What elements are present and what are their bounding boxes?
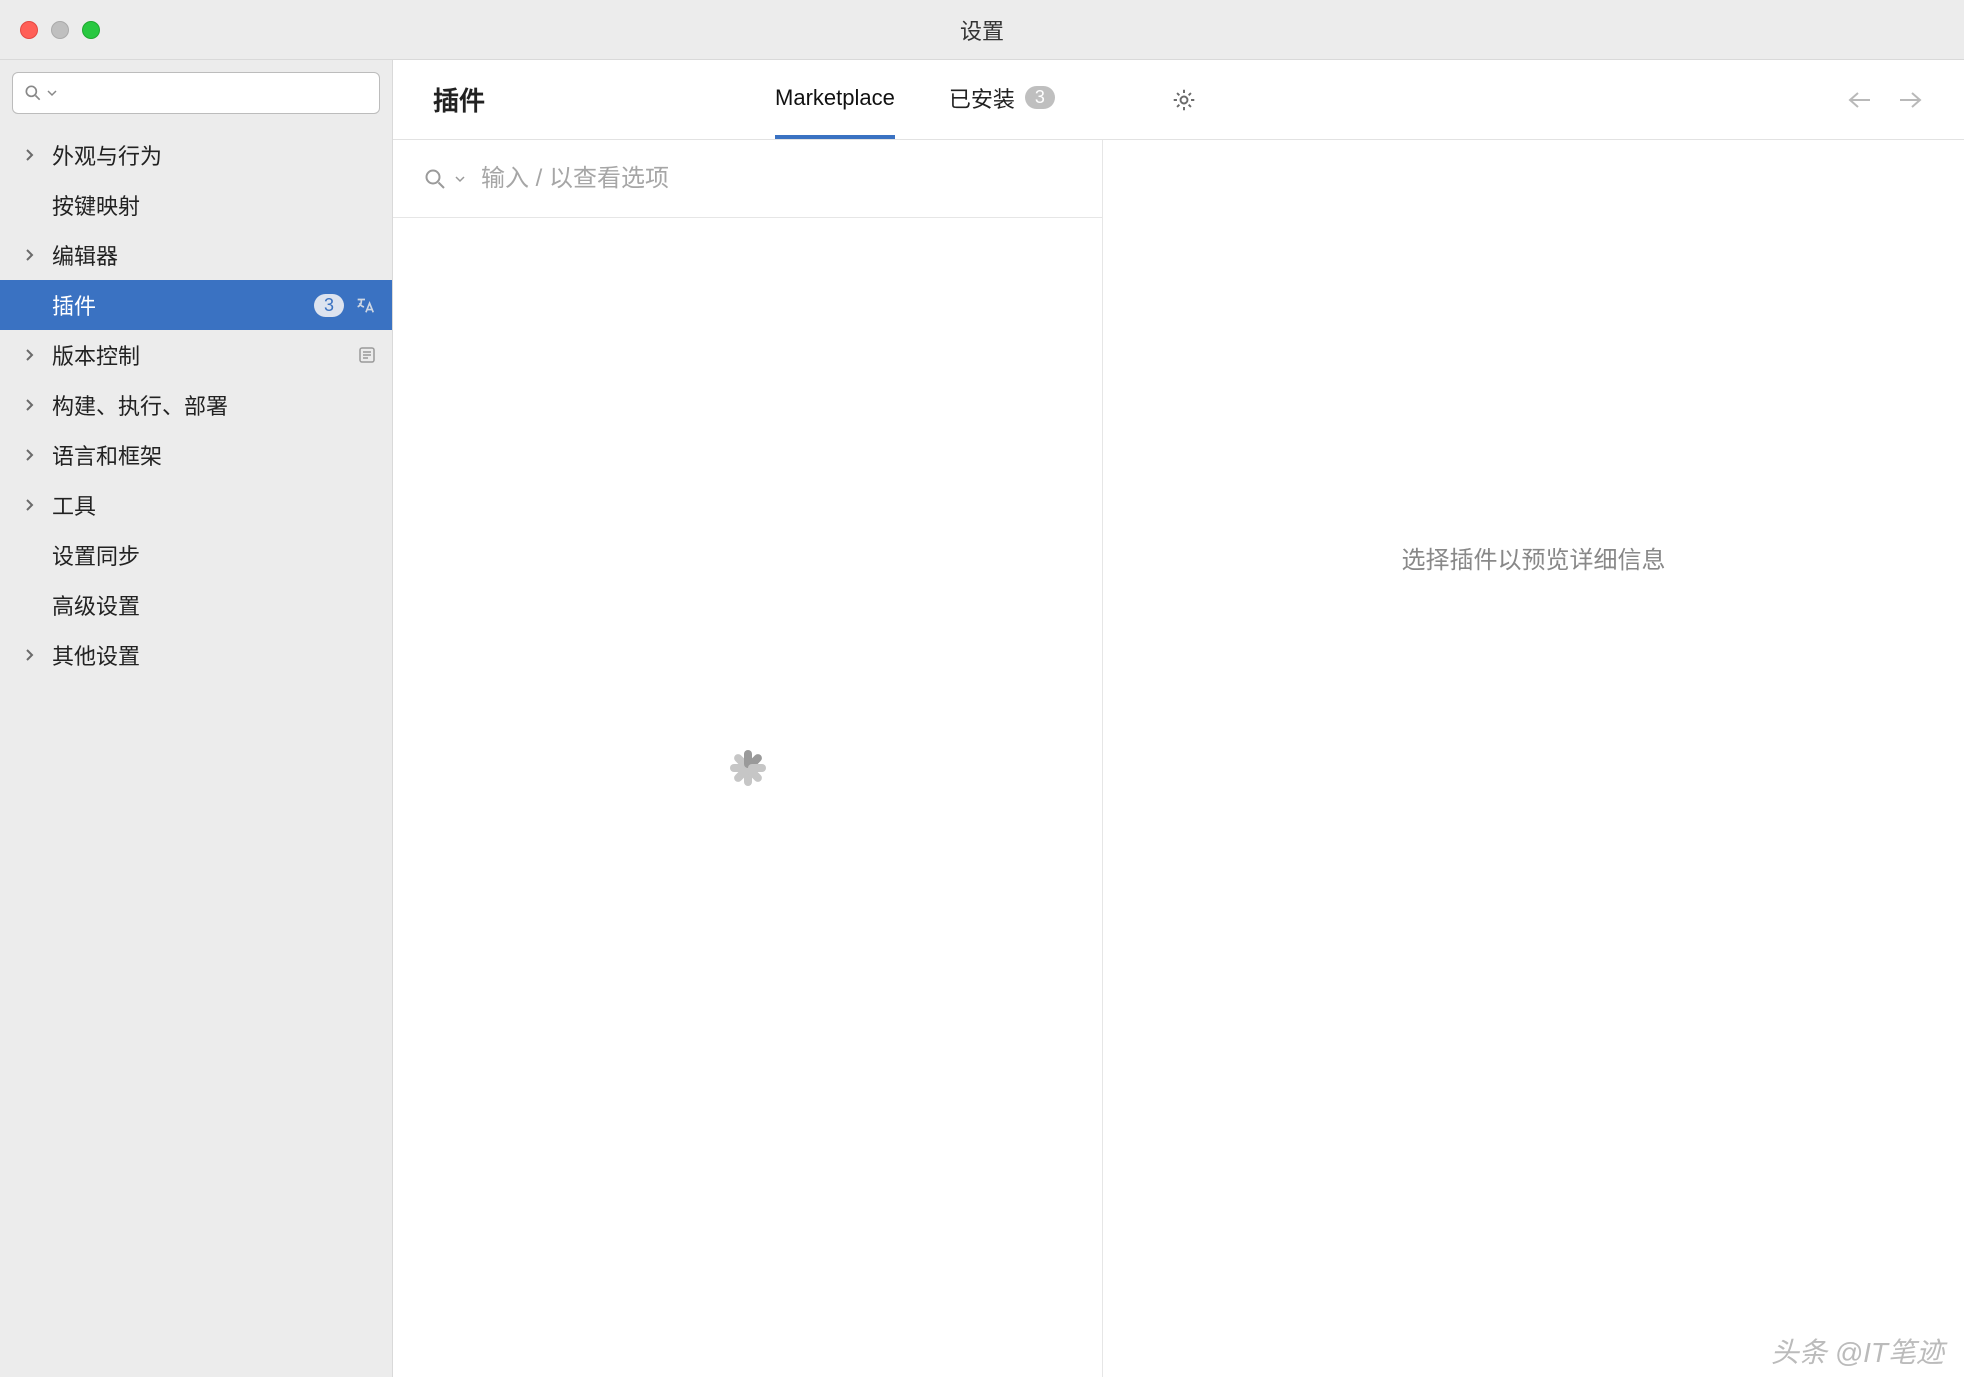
settings-sidebar: 外观与行为 按键映射 编辑器 插件 3 bbox=[0, 60, 393, 1377]
sidebar-item-keymap[interactable]: 按键映射 bbox=[0, 180, 392, 230]
sidebar-item-label: 按键映射 bbox=[52, 189, 140, 221]
chevron-right-icon bbox=[24, 498, 44, 512]
sidebar-item-settings-sync[interactable]: 设置同步 bbox=[0, 530, 392, 580]
close-window-button[interactable] bbox=[20, 21, 38, 39]
tab-label: 已安装 bbox=[949, 82, 1015, 114]
plugin-list-pane bbox=[393, 140, 1103, 1377]
chevron-right-icon bbox=[24, 148, 44, 162]
loading-spinner-icon bbox=[718, 768, 778, 828]
settings-nav: 外观与行为 按键映射 编辑器 插件 3 bbox=[0, 126, 392, 1377]
sidebar-item-label: 语言和框架 bbox=[52, 439, 162, 471]
sidebar-item-advanced[interactable]: 高级设置 bbox=[0, 580, 392, 630]
back-button[interactable] bbox=[1846, 90, 1872, 110]
main-panel: 插件 Marketplace 已安装 3 bbox=[393, 60, 1964, 1377]
sidebar-item-label: 工具 bbox=[52, 489, 96, 521]
sidebar-item-label: 高级设置 bbox=[52, 589, 140, 621]
gear-icon[interactable] bbox=[1171, 87, 1197, 113]
maximize-window-button[interactable] bbox=[82, 21, 100, 39]
project-settings-icon bbox=[358, 346, 376, 364]
chevron-right-icon bbox=[24, 248, 44, 262]
installed-count-badge: 3 bbox=[1025, 86, 1055, 109]
search-icon bbox=[23, 83, 43, 103]
main-header: 插件 Marketplace 已安装 3 bbox=[393, 60, 1964, 140]
plugin-list-body bbox=[393, 218, 1102, 1377]
history-nav bbox=[1846, 90, 1924, 110]
detail-empty-text: 选择插件以预览详细信息 bbox=[1402, 540, 1666, 575]
plugin-search-input[interactable] bbox=[481, 165, 1072, 193]
titlebar: 设置 bbox=[0, 0, 1964, 60]
plugin-search-bar bbox=[393, 140, 1102, 218]
plugin-tabs: Marketplace 已安装 3 bbox=[775, 60, 1197, 139]
plugin-detail-pane: 选择插件以预览详细信息 bbox=[1103, 140, 1964, 1377]
sidebar-item-label: 插件 bbox=[52, 289, 96, 321]
tab-installed[interactable]: 已安装 3 bbox=[949, 60, 1055, 139]
sidebar-item-appearance[interactable]: 外观与行为 bbox=[0, 130, 392, 180]
sidebar-item-other[interactable]: 其他设置 bbox=[0, 630, 392, 680]
language-icon bbox=[354, 294, 376, 316]
minimize-window-button[interactable] bbox=[51, 21, 69, 39]
tab-marketplace[interactable]: Marketplace bbox=[775, 60, 895, 139]
search-icon bbox=[423, 167, 447, 191]
chevron-right-icon bbox=[24, 448, 44, 462]
sidebar-item-version-control[interactable]: 版本控制 bbox=[0, 330, 392, 380]
chevron-down-icon[interactable] bbox=[455, 174, 465, 184]
sidebar-item-languages[interactable]: 语言和框架 bbox=[0, 430, 392, 480]
tab-label: Marketplace bbox=[775, 85, 895, 111]
chevron-right-icon bbox=[24, 648, 44, 662]
sidebar-item-label: 版本控制 bbox=[52, 339, 140, 371]
sidebar-item-plugins[interactable]: 插件 3 bbox=[0, 280, 392, 330]
window-controls bbox=[20, 21, 100, 39]
sidebar-item-tools[interactable]: 工具 bbox=[0, 480, 392, 530]
sidebar-item-label: 构建、执行、部署 bbox=[52, 389, 228, 421]
sidebar-item-editor[interactable]: 编辑器 bbox=[0, 230, 392, 280]
settings-search-input[interactable] bbox=[12, 72, 380, 114]
plugins-count-badge: 3 bbox=[314, 294, 344, 317]
chevron-right-icon bbox=[24, 348, 44, 362]
window-title: 设置 bbox=[960, 14, 1004, 46]
sidebar-item-label: 外观与行为 bbox=[52, 139, 162, 171]
sidebar-item-label: 设置同步 bbox=[52, 539, 140, 571]
sidebar-item-label: 其他设置 bbox=[52, 639, 140, 671]
chevron-right-icon bbox=[24, 398, 44, 412]
page-title: 插件 bbox=[433, 81, 485, 118]
forward-button[interactable] bbox=[1898, 90, 1924, 110]
chevron-down-icon bbox=[47, 88, 57, 98]
sidebar-item-label: 编辑器 bbox=[52, 239, 118, 271]
sidebar-item-build[interactable]: 构建、执行、部署 bbox=[0, 380, 392, 430]
